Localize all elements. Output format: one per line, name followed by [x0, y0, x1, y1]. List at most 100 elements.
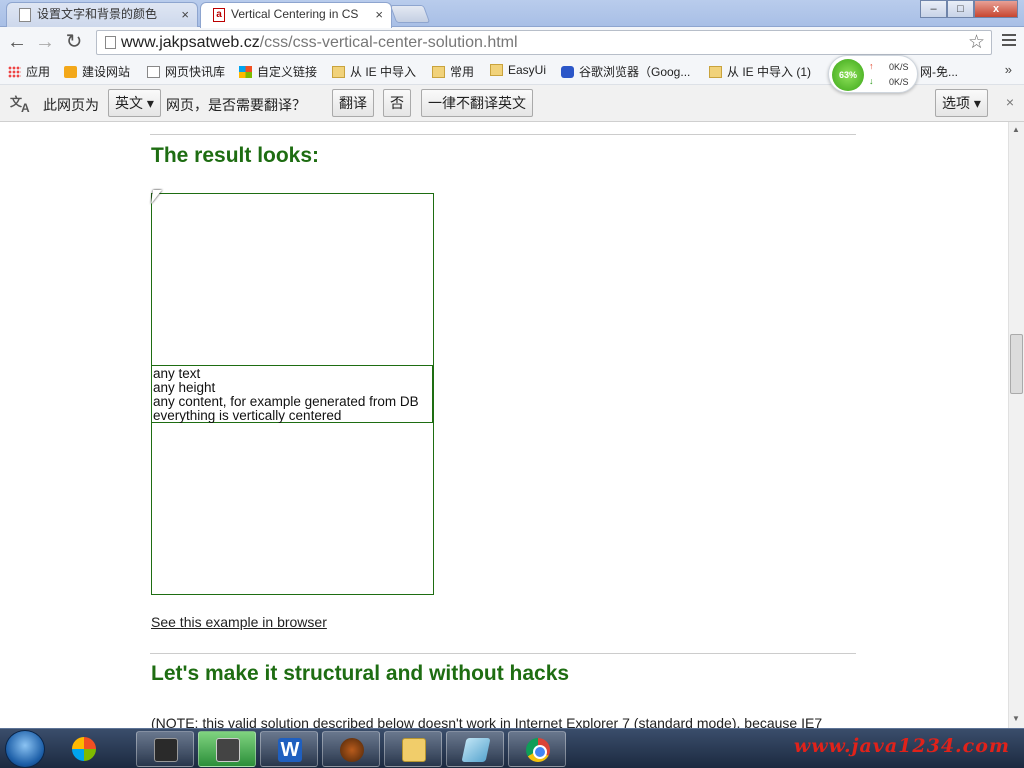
translate-prefix: 此网页为: [43, 97, 99, 113]
heading-result: The result looks:: [151, 144, 320, 167]
start-button[interactable]: [5, 730, 45, 768]
bookmark-label: 网页快讯库: [165, 65, 226, 79]
bookmark-easyui[interactable]: EasyUi: [490, 63, 546, 77]
bookmark-web-slices[interactable]: 网页快讯库: [147, 63, 225, 80]
box-line: any text: [153, 366, 201, 381]
app-window-icon: [216, 738, 240, 762]
language-select[interactable]: 英文 ▾: [108, 89, 161, 117]
tab-vertical-centering[interactable]: a Vertical Centering in CS ×: [200, 2, 392, 28]
notepad-icon: [461, 738, 491, 762]
folder-icon: [490, 64, 503, 76]
address-bar[interactable]: www.jakpsatweb.cz/css/css-vertical-cente…: [96, 30, 992, 55]
taskbar-explorer[interactable]: [384, 731, 442, 767]
translate-question: 网页，是否需要翻译？: [166, 97, 306, 113]
never-translate-button[interactable]: 一律不翻译英文: [421, 89, 533, 117]
translate-button[interactable]: 翻译: [332, 89, 374, 117]
tab-label: 设置文字和背景的颜色: [37, 7, 158, 21]
bookmark-label: 网-免...: [920, 65, 958, 79]
scroll-up-icon[interactable]: ▲: [1012, 125, 1020, 134]
windows-taskbar: W www.java1234.com: [0, 728, 1024, 768]
taskbar-chrome[interactable]: [508, 731, 566, 767]
bookmark-label: 建设网站: [82, 65, 131, 79]
taskbar-app-green[interactable]: [198, 731, 256, 767]
taskbar-java-ee-ide[interactable]: [322, 731, 380, 767]
memory-gauge: 63%: [832, 59, 864, 91]
bookmark-build-site[interactable]: 建设网站: [64, 63, 130, 80]
download-arrow-icon: ↓: [869, 76, 874, 86]
close-icon[interactable]: ×: [1006, 94, 1014, 110]
close-window-button[interactable]: x: [974, 0, 1018, 18]
tab-color-settings[interactable]: 设置文字和背景的颜色 ×: [6, 2, 198, 27]
apps-icon: [8, 66, 21, 78]
bookmark-label: 自定义链接: [257, 65, 318, 79]
translate-options-button[interactable]: 选项 ▾: [935, 89, 988, 117]
folder-icon: [432, 66, 445, 78]
divider: [150, 134, 856, 135]
page-icon: [19, 8, 31, 22]
window-controls: – □ x: [920, 0, 1018, 18]
back-button[interactable]: ←: [5, 31, 29, 55]
browser-window: 设置文字和背景的颜色 × a Vertical Centering in CS …: [0, 0, 1024, 768]
taskbar-app-pinned[interactable]: [55, 731, 113, 767]
translate-icon: 文A: [10, 95, 30, 115]
page-icon: [105, 36, 116, 49]
tab-label: Vertical Centering in CS: [231, 7, 359, 21]
tab-close-icon[interactable]: ×: [181, 3, 189, 26]
network-speed-widget[interactable]: 63% ↑ ↓ 0K/S 0K/S: [828, 55, 918, 93]
folder-icon: [402, 738, 426, 762]
bookmark-label: 从 IE 中导入 (1): [727, 65, 812, 79]
box-line: everything is vertically centered: [153, 408, 342, 423]
example-in-browser-link[interactable]: See this example in browser: [151, 614, 327, 630]
taskbar-word[interactable]: W: [260, 731, 318, 767]
box-line: any content, for example generated from …: [153, 394, 419, 409]
page-content: The result looks: any text any height an…: [0, 122, 1008, 728]
bookmarks-overflow-icon[interactable]: »: [1005, 62, 1012, 77]
new-tab-button[interactable]: [389, 5, 431, 23]
box-line: any height: [153, 380, 216, 395]
site-favicon-icon: a: [213, 8, 225, 22]
folder-icon: [332, 66, 345, 78]
bookmark-star-icon[interactable]: ☆: [968, 31, 985, 54]
reload-button[interactable]: ↻: [62, 31, 86, 55]
bookmark-custom-links[interactable]: 自定义链接: [239, 63, 317, 80]
bookmark-label: 常用: [450, 65, 475, 79]
download-speed: 0K/S: [889, 77, 909, 87]
minimize-button[interactable]: –: [920, 0, 947, 18]
bookmark-label: 谷歌浏览器（Goog...: [579, 65, 691, 79]
scrollbar-thumb[interactable]: [1010, 334, 1023, 394]
upload-arrow-icon: ↑: [869, 61, 874, 71]
bookmark-ie-import[interactable]: 从 IE 中导入: [332, 63, 416, 80]
taskbar-terminal[interactable]: [136, 731, 194, 767]
upload-speed: 0K/S: [889, 62, 909, 72]
taskbar-notepad[interactable]: [446, 731, 504, 767]
site-watermark: www.java1234.com: [793, 735, 1010, 757]
terminal-icon: [154, 738, 178, 762]
no-translate-button[interactable]: 否: [383, 89, 411, 117]
forward-button[interactable]: →: [33, 31, 57, 55]
chrome-icon: [526, 738, 550, 762]
divider: [150, 653, 856, 654]
bookmark-ie-import-1[interactable]: 从 IE 中导入 (1): [709, 63, 811, 80]
windows-icon: [239, 66, 252, 78]
word-icon: W: [278, 738, 302, 762]
url-text[interactable]: www.jakpsatweb.cz/css/css-vertical-cente…: [121, 34, 518, 52]
scroll-down-icon[interactable]: ▼: [1012, 714, 1020, 723]
url-host: www.jakpsatweb.cz: [121, 34, 260, 51]
bookmark-free-site[interactable]: 网-免...: [920, 63, 958, 80]
gear-icon: [340, 738, 364, 762]
tab-strip: 设置文字和背景的颜色 × a Vertical Centering in CS …: [0, 0, 1024, 28]
bookmark-label: 从 IE 中导入: [350, 65, 417, 79]
bookmark-label: 应用: [26, 65, 51, 79]
centering-demo-inner-box: any text any height any content, for exa…: [151, 365, 433, 423]
bookmark-common[interactable]: 常用: [432, 63, 474, 80]
menu-icon[interactable]: [1002, 34, 1016, 49]
heading-structural: Let's make it structural and without hac…: [151, 662, 570, 685]
note-paragraph: (NOTE: this valid solution described bel…: [151, 715, 823, 728]
maximize-button[interactable]: □: [947, 0, 974, 18]
page-icon: [147, 66, 160, 78]
media-app-icon: [72, 737, 96, 761]
bookmark-google-browser[interactable]: 谷歌浏览器（Goog...: [561, 63, 690, 80]
vertical-scrollbar[interactable]: ▲ ▼: [1008, 122, 1024, 728]
bookmark-apps[interactable]: 应用: [8, 63, 50, 80]
tab-close-icon[interactable]: ×: [375, 3, 383, 26]
